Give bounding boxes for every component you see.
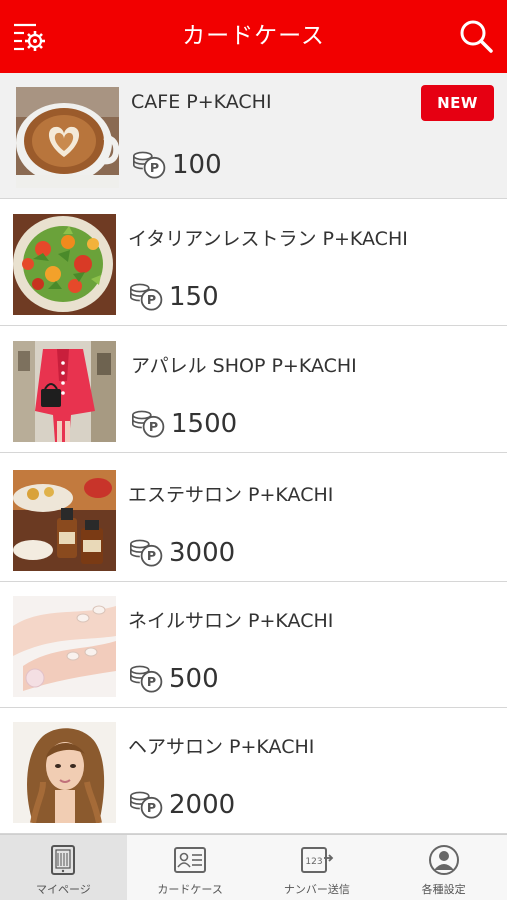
points-display: 150: [129, 280, 219, 314]
tab-settings[interactable]: 各種設定: [380, 835, 507, 900]
app: カードケース CAFE P+KACHI NEW 100 イタリアンレストラン P…: [0, 0, 507, 900]
card-name: イタリアンレストラン P+KACHI: [128, 228, 408, 250]
user-settings-icon: [428, 845, 459, 875]
points-value: 100: [172, 150, 222, 180]
points-value: 3000: [169, 538, 236, 568]
latte-art-thumbnail: [16, 87, 119, 188]
card-icon: [174, 847, 207, 873]
points-display: 2000: [129, 788, 235, 822]
coin-icon: [131, 408, 167, 440]
points-display: 500: [129, 662, 219, 696]
coin-icon: [129, 663, 165, 695]
tab-number-send[interactable]: 123 ナンバー送信: [254, 835, 381, 900]
card-name: ヘアサロン P+KACHI: [128, 736, 315, 758]
points-value: 2000: [169, 790, 236, 820]
svg-text:123: 123: [305, 857, 322, 867]
points-display: 3000: [129, 536, 235, 570]
card-name: ネイルサロン P+KACHI: [128, 610, 334, 632]
new-badge: NEW: [421, 85, 494, 121]
tab-label: マイページ: [35, 883, 91, 896]
points-value: 1500: [171, 409, 238, 439]
points-display: 100: [132, 148, 222, 182]
points-value: 500: [169, 664, 219, 694]
bottom-tab-bar: マイページ カードケース 123 ナンバー送信 各種設定: [0, 834, 507, 900]
page-title: カードケース: [182, 23, 325, 49]
nail-thumbnail: [13, 596, 116, 697]
card-item-hair-salon[interactable]: ヘアサロン P+KACHI 2000: [0, 708, 507, 834]
number-send-icon: 123: [300, 847, 334, 873]
coin-icon: [129, 789, 165, 821]
aroma-oil-thumbnail: [13, 470, 116, 571]
hair-model-thumbnail: [13, 722, 116, 823]
card-item-esthe-salon[interactable]: エステサロン P+KACHI 3000: [0, 456, 507, 582]
card-item-cafe[interactable]: CAFE P+KACHI NEW 100: [0, 73, 507, 199]
search-icon: [460, 20, 493, 53]
apparel-thumbnail: [13, 341, 116, 442]
tab-label: ナンバー送信: [283, 883, 350, 896]
search-button[interactable]: [457, 17, 495, 55]
card-item-italian-restaurant[interactable]: イタリアンレストラン P+KACHI 150: [0, 200, 507, 326]
coin-icon: [129, 281, 165, 313]
card-item-nail-salon[interactable]: ネイルサロン P+KACHI 500: [0, 582, 507, 708]
points-display: 1500: [131, 407, 237, 441]
tab-card-case[interactable]: カードケース: [127, 835, 254, 900]
tab-label: 各種設定: [421, 883, 466, 896]
coin-icon: [132, 149, 168, 181]
tablet-icon: [51, 845, 76, 875]
card-name: アパレル SHOP P+KACHI: [131, 355, 357, 377]
points-value: 150: [169, 282, 219, 312]
card-name: エステサロン P+KACHI: [128, 484, 334, 506]
coin-icon: [129, 537, 165, 569]
card-name: CAFE P+KACHI: [131, 91, 272, 113]
card-list: CAFE P+KACHI NEW 100 イタリアンレストラン P+KACHI …: [0, 73, 507, 834]
salad-thumbnail: [13, 214, 116, 315]
tab-label: カードケース: [157, 883, 223, 896]
card-item-apparel-shop[interactable]: アパレル SHOP P+KACHI 1500: [0, 327, 507, 453]
header-bar: カードケース: [0, 0, 507, 73]
tab-mypage[interactable]: マイページ: [0, 835, 127, 900]
